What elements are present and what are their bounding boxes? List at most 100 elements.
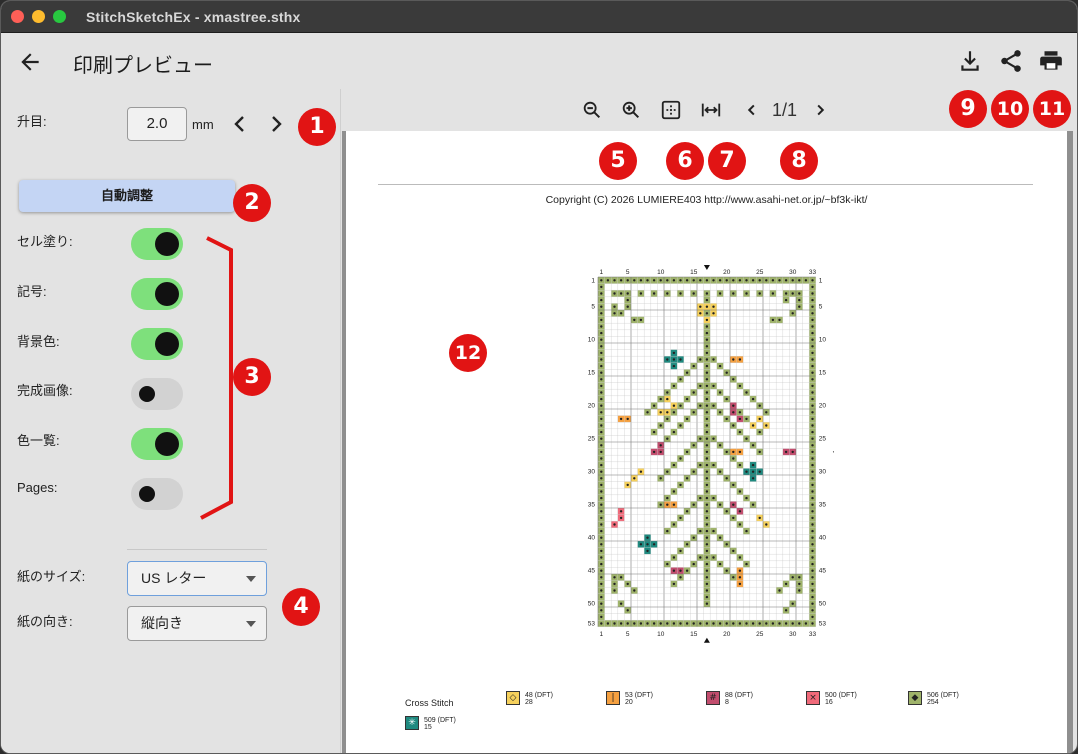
mesh-size-input[interactable]: 2.0 — [127, 107, 187, 141]
stitch-symbol — [811, 318, 814, 322]
cell-fill-toggle[interactable] — [131, 228, 183, 260]
back-arrow-icon[interactable] — [17, 49, 43, 75]
stitch-symbol — [672, 569, 676, 572]
stitch-symbol — [798, 582, 801, 586]
stitch-symbol — [672, 411, 676, 414]
symbols-toggle[interactable] — [131, 278, 183, 310]
stitch-symbol — [811, 312, 814, 315]
stitch-symbol — [811, 463, 814, 467]
paper-size-value: US レター — [141, 570, 207, 586]
stitch-symbol — [811, 510, 814, 513]
next-page-icon[interactable] — [809, 99, 831, 121]
stitch-symbol — [666, 562, 669, 566]
legend-count: 28 — [525, 699, 533, 706]
stitch-symbol — [600, 516, 603, 520]
stitch-symbol — [600, 543, 603, 546]
zoom-window-button[interactable] — [53, 10, 66, 23]
stitch-symbol — [705, 582, 709, 586]
left-axis-label: 35 — [588, 502, 596, 509]
stitch-symbol — [811, 437, 814, 440]
chevron-left-icon[interactable] — [228, 112, 252, 136]
stitch-symbol — [712, 556, 715, 559]
stitch-symbol — [811, 615, 814, 619]
stitch-symbol — [699, 384, 702, 388]
stitch-symbol — [705, 569, 709, 572]
stitch-symbol — [672, 430, 676, 434]
stitch-symbol — [600, 305, 603, 308]
chevron-right-icon[interactable] — [264, 112, 288, 136]
stitch-symbol — [679, 358, 682, 361]
share-icon[interactable] — [998, 48, 1024, 74]
color-list-toggle[interactable] — [131, 428, 183, 460]
stitch-symbol — [666, 503, 669, 506]
orientation-select[interactable]: 縦向き — [127, 606, 267, 641]
zoom-out-icon[interactable] — [581, 99, 603, 121]
callout-badge: 10 — [991, 90, 1029, 128]
stitch-symbol — [600, 417, 603, 421]
stitch-symbol — [600, 325, 603, 328]
stitch-symbol — [685, 510, 689, 513]
stitch-symbol — [811, 529, 814, 533]
stitch-symbol — [666, 397, 669, 401]
close-window-button[interactable] — [11, 10, 24, 23]
stitch-symbol — [666, 622, 669, 625]
fit-page-icon[interactable] — [660, 99, 682, 121]
right-axis-label: 15 — [819, 370, 827, 377]
stitch-symbol — [659, 450, 662, 454]
legend-entry: 88 (DFT) 8 — [725, 692, 753, 706]
stitch-symbol — [705, 417, 709, 421]
stitch-symbol — [600, 602, 603, 605]
print-icon[interactable] — [1038, 48, 1064, 74]
left-axis-label: 50 — [588, 601, 596, 608]
legend-count: 8 — [725, 699, 729, 706]
paper-size-label: 紙のサイズ: — [17, 569, 86, 584]
stitch-symbol — [732, 549, 735, 553]
stitch-symbol — [705, 463, 709, 467]
stitch-symbol — [600, 391, 603, 394]
background-color-toggle[interactable] — [131, 328, 183, 360]
stitch-symbol — [679, 424, 682, 427]
stitch-symbol — [646, 622, 649, 625]
zoom-in-icon[interactable] — [620, 99, 642, 121]
stitch-symbol — [811, 483, 814, 487]
stitch-symbol — [705, 312, 709, 315]
paper-size-select[interactable]: US レター — [127, 561, 267, 596]
stitch-symbol — [619, 510, 623, 513]
stitch-symbol — [679, 483, 682, 487]
stitch-symbol — [600, 562, 603, 566]
stitch-symbol — [600, 338, 603, 341]
finished-image-toggle[interactable] — [131, 378, 183, 410]
stitch-symbol — [672, 351, 676, 355]
print-page: s2 Copyright (C) 2026 LUMIERE403 http://… — [346, 131, 1067, 753]
auto-adjust-button[interactable]: 自動調整 — [19, 180, 235, 212]
bottom-axis-label: 20 — [723, 631, 731, 638]
preview-area[interactable]: s2 Copyright (C) 2026 LUMIERE403 http://… — [342, 131, 1073, 753]
stitch-symbol — [725, 543, 728, 546]
callout-badge: 3 — [233, 358, 271, 396]
legend-entry: 506 (DFT) 254 — [927, 692, 959, 706]
stitch-symbol — [600, 450, 603, 454]
stitch-symbol — [705, 450, 709, 454]
toggle-knob — [155, 282, 179, 306]
minimize-window-button[interactable] — [32, 10, 45, 23]
stitch-symbol — [725, 450, 728, 454]
stitch-symbol — [738, 384, 742, 388]
stitch-symbol — [600, 529, 603, 533]
download-icon[interactable] — [957, 48, 983, 74]
stitch-symbol — [745, 562, 748, 566]
fit-width-icon[interactable] — [700, 99, 722, 121]
stitch-symbol — [718, 470, 722, 473]
stitch-symbol — [679, 549, 682, 553]
previous-page-icon[interactable] — [741, 99, 763, 121]
stitch-symbol — [798, 279, 801, 282]
stitch-symbol — [685, 417, 689, 421]
stitch-symbol — [659, 279, 662, 282]
settings-sidebar: 升目: 2.0 mm 自動調整 セル塗り: 記号: 背景色: 完成画像: 色一覧… — [1, 89, 341, 753]
stitch-symbol — [600, 609, 603, 612]
stitch-symbol — [626, 292, 629, 295]
stitch-symbol — [626, 622, 629, 625]
stitch-symbol — [626, 582, 629, 586]
right-axis-label: 50 — [819, 601, 827, 608]
pages-toggle[interactable] — [131, 478, 183, 510]
stitch-pattern-chart: 11551010151520202525303033331 15 510 1015 15… — [588, 265, 834, 643]
